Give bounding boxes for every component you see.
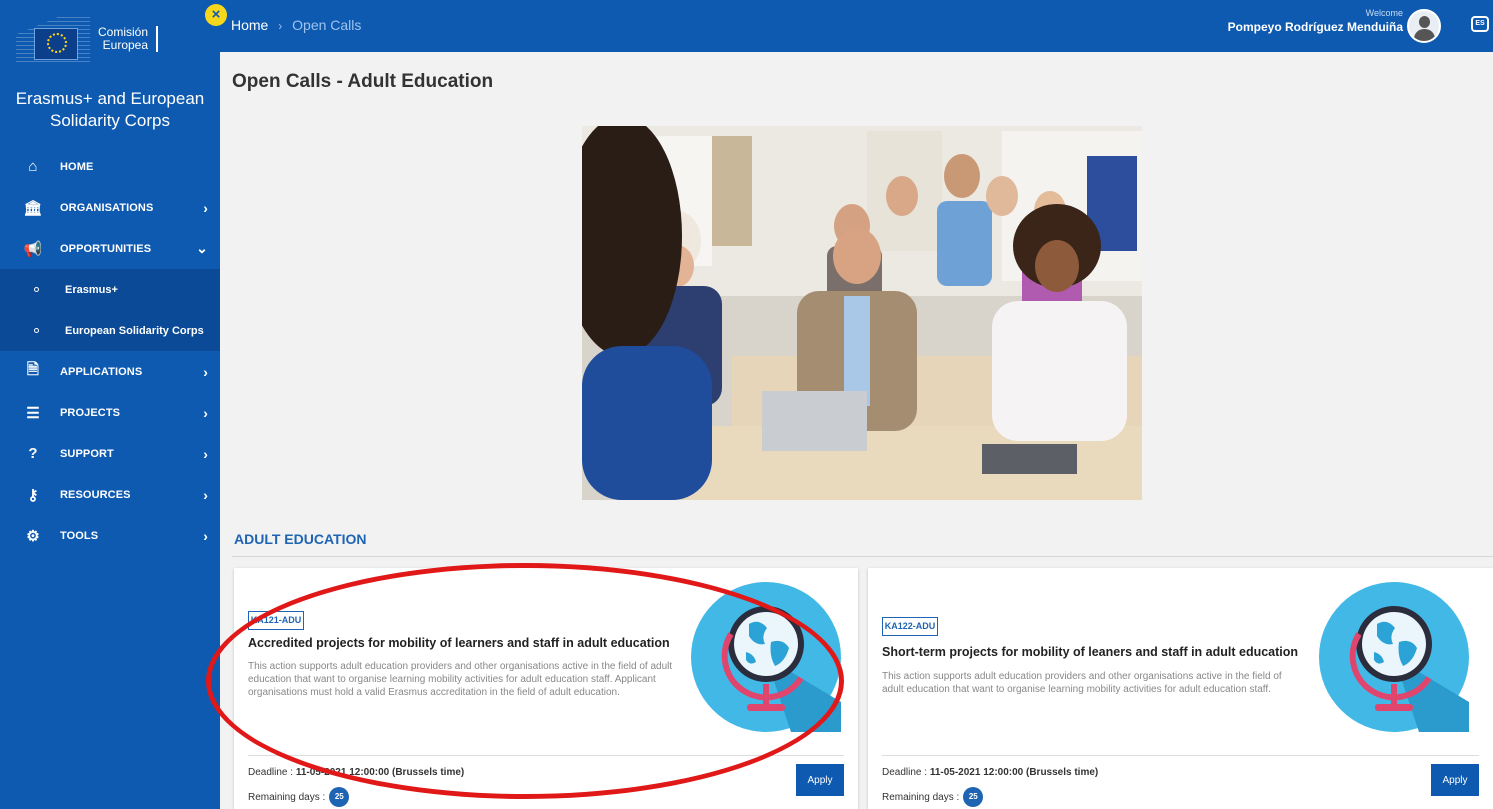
close-icon[interactable]: × [205,4,227,26]
chevron-down-icon: ⌄ [196,240,208,256]
sidebar-item-projects[interactable]: ☰ PROJECTS › [0,392,220,433]
sidebar-item-support[interactable]: ? SUPPORT › [0,433,220,474]
call-title[interactable]: Short-term projects for mobility of lean… [882,645,1298,659]
sidebar-subitem-erasmus[interactable]: Erasmus+ [0,269,220,310]
sidebar-nav: ⌂ HOME 🏛 ORGANISATIONS › 📢 OPPORTUNITIES… [0,146,220,556]
chevron-right-icon: › [203,199,208,216]
remaining-label: Remaining days : [882,791,960,803]
deadline-label: Deadline : [248,767,296,778]
breadcrumb-current: Open Calls [292,17,362,33]
sidebar-item-label: RESOURCES [60,488,131,501]
bullet-icon [34,287,39,292]
deadline: Deadline : 11-05-2021 12:00:00 (Brussels… [882,767,1098,778]
sidebar-subitem-label: European Solidarity Corps [65,324,204,337]
section-divider [232,556,1493,557]
bullet-icon [34,328,39,333]
call-tag: KA122-ADU [882,617,938,636]
apply-button[interactable]: Apply [796,764,844,796]
list-icon: ☰ [26,404,40,422]
megaphone-icon: 📢 [23,240,43,258]
call-card: KA122-ADU Short-term projects for mobili… [868,568,1493,809]
hero-classroom-image [582,126,1142,500]
globe-icon [1319,582,1469,732]
sidebar-item-label: SUPPORT [60,447,114,460]
section-title: ADULT EDUCATION [234,531,367,547]
call-title[interactable]: Accredited projects for mobility of lear… [248,636,670,650]
chevron-right-icon: › [203,527,208,544]
deadline-label: Deadline : [882,767,930,778]
globe-icon [691,582,841,732]
ec-logo[interactable]: Comisión Europea [0,0,220,78]
remaining-label: Remaining days : [248,791,326,803]
logo-line-2: Europea [102,38,149,52]
chevron-right-icon: › [203,486,208,503]
document-icon: 🗎 [26,361,40,378]
breadcrumb-separator-icon: › [278,19,283,33]
remaining-days-badge: 25 [329,787,350,807]
logo-text: Comisión Europea [98,26,159,52]
sidebar-item-opportunities[interactable]: 📢 OPPORTUNITIES ⌄ [0,228,220,269]
key-icon: ⚷ [27,486,39,504]
sidebar-subitem-esc[interactable]: European Solidarity Corps [0,310,220,351]
sidebar-item-label: ORGANISATIONS [60,201,154,214]
sidebar-item-label: HOME [60,160,94,173]
language-icon[interactable]: ES [1471,16,1489,32]
remaining-days: Remaining days : 25 [248,787,350,807]
sidebar-item-tools[interactable]: ⚙ TOOLS › [0,515,220,556]
user-welcome: Welcome Pompeyo Rodríguez Menduiña [1228,8,1403,34]
chevron-right-icon: › [203,363,208,380]
home-icon: ⌂ [28,158,38,175]
sidebar-item-organisations[interactable]: 🏛 ORGANISATIONS › [0,187,220,228]
apply-button[interactable]: Apply [1431,764,1479,796]
app-title: Erasmus+ and European Solidarity Corps [15,89,205,130]
welcome-label: Welcome [1365,8,1403,18]
breadcrumb-home[interactable]: Home [231,17,268,33]
sidebar: Comisión Europea Erasmus+ and European S… [0,0,220,809]
gears-icon: ⚙ [26,527,40,545]
sidebar-item-label: OPPORTUNITIES [60,242,152,255]
call-tag: KA121-ADU [248,611,304,630]
sidebar-item-label: APPLICATIONS [60,365,143,378]
chevron-right-icon: › [203,404,208,421]
call-description: This action supports adult education pro… [882,671,1282,695]
deadline-value: 11-05-2021 12:00:00 (Brussels time) [295,767,465,778]
user-name[interactable]: Pompeyo Rodríguez Menduiña [1228,20,1403,34]
remaining-days: Remaining days : 25 [882,787,984,807]
sidebar-item-resources[interactable]: ⚷ RESOURCES › [0,474,220,515]
card-divider [882,755,1479,756]
avatar[interactable] [1407,9,1441,43]
question-icon: ? [28,445,38,462]
sidebar-item-home[interactable]: ⌂ HOME [0,146,220,187]
sidebar-subitem-label: Erasmus+ [65,283,118,296]
sidebar-item-label: TOOLS [60,529,99,542]
call-card: KA121-ADU Accredited projects for mobili… [234,568,858,809]
deadline-value: 11-05-2021 12:00:00 (Brussels time) [929,767,1099,778]
call-description: This action supports adult education pro… [248,661,673,698]
card-divider [248,755,844,756]
breadcrumb: Home › Open Calls [231,17,361,33]
remaining-days-badge: 25 [963,787,984,807]
chevron-right-icon: › [203,445,208,462]
sidebar-item-applications[interactable]: 🗎 APPLICATIONS › [0,351,220,392]
sidebar-item-label: PROJECTS [60,406,121,419]
eu-flag-icon [16,16,90,62]
page-title: Open Calls - Adult Education [232,71,494,92]
top-bar: Home › Open Calls Welcome Pompeyo Rodríg… [220,0,1493,52]
deadline: Deadline : 11-05-2021 12:00:00 (Brussels… [248,767,464,778]
bank-icon: 🏛 [23,199,43,217]
